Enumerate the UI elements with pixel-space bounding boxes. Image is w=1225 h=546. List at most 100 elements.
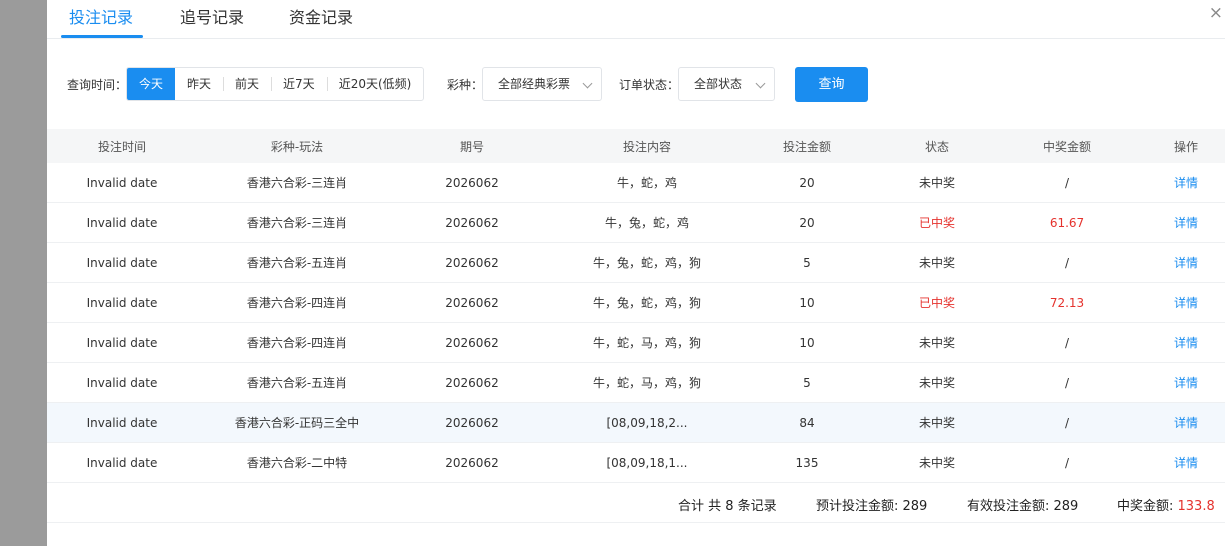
cell-amount: 135 (795, 455, 819, 470)
table-row: Invalid date 香港六合彩-正码三全中 2026062 [08,09,18,… (47, 403, 1225, 443)
cell-content: 牛，兔，蛇，鸡，狗 (592, 256, 701, 270)
cell-issue: 2026062 (445, 335, 499, 350)
header-amount: 投注金额 (782, 139, 831, 154)
cell-amount: 84 (799, 415, 815, 430)
close-icon[interactable]: × (1209, 3, 1223, 23)
cell-amount: 5 (803, 375, 811, 390)
time-option-7days[interactable]: 近7天 (271, 68, 327, 100)
records-dialog: 投注记录 追号记录 资金记录 × 查询时间： 今天 昨天 前天 近7天 近20天… (47, 0, 1225, 546)
table-header: 投注时间 彩种-玩法 期号 投注内容 投注金额 状态 中奖金额 操作 (47, 129, 1225, 163)
cell-content: [08,09,18,2... (606, 415, 688, 430)
cell-status: 已中奖 (918, 296, 955, 310)
query-button[interactable]: 查询 (795, 67, 868, 102)
cell-status: 未中奖 (918, 336, 955, 350)
tab-fund-records[interactable]: 资金记录 (289, 4, 353, 28)
header-bet-time: 投注时间 (97, 139, 146, 154)
header-content: 投注内容 (622, 139, 671, 154)
cell-amount: 5 (803, 255, 811, 270)
cell-content: 牛，蛇，马，鸡，狗 (592, 376, 701, 390)
cell-issue: 2026062 (445, 255, 499, 270)
cell-bet-time: Invalid date (86, 215, 158, 230)
lottery-select-value: 全部经典彩票 (498, 77, 571, 91)
detail-link[interactable]: 详情 (1127, 203, 1225, 242)
cell-status: 未中奖 (918, 176, 955, 190)
summary-bar: 合计 共 8 条记录 预计投注金额: 289 有效投注金额: 289 中奖金额:… (47, 483, 1225, 523)
time-filter-label: 查询时间： (67, 77, 128, 92)
summary-expected-label: 预计投注金额: (816, 499, 903, 514)
cell-issue: 2026062 (445, 295, 499, 310)
tab-bar: 投注记录 追号记录 资金记录 × (47, 0, 1225, 39)
time-range-group: 今天 昨天 前天 近7天 近20天(低频) (126, 67, 425, 101)
cell-issue: 2026062 (445, 215, 499, 230)
detail-link[interactable]: 详情 (1127, 243, 1225, 282)
cell-bet-time: Invalid date (86, 455, 158, 470)
cell-prize: / (1064, 255, 1070, 270)
table-row: Invalid date 香港六合彩-五连肖 2026062 牛，蛇，马，鸡，狗 5 未中… (47, 363, 1225, 403)
summary-valid-value: 289 (1053, 499, 1079, 514)
cell-prize: 72.13 (1049, 295, 1085, 310)
detail-link[interactable]: 详情 (1127, 363, 1225, 402)
backdrop-overlay (0, 0, 47, 546)
cell-status: 未中奖 (918, 376, 955, 390)
cell-issue: 2026062 (445, 375, 499, 390)
cell-prize: / (1064, 455, 1070, 470)
cell-prize: / (1064, 415, 1070, 430)
header-prize: 中奖金额 (1042, 139, 1091, 154)
cell-prize: / (1064, 375, 1070, 390)
table-row: Invalid date 香港六合彩-五连肖 2026062 牛，兔，蛇，鸡，狗 5 未中… (47, 243, 1225, 283)
detail-link[interactable]: 详情 (1127, 283, 1225, 322)
time-option-20days[interactable]: 近20天(低频) (326, 68, 424, 100)
cell-bet-time: Invalid date (86, 255, 158, 270)
cell-content: 牛，兔，蛇，鸡 (604, 216, 689, 230)
cell-status: 已中奖 (918, 216, 955, 230)
tab-bet-records[interactable]: 投注记录 (69, 4, 133, 28)
table-row: Invalid date 香港六合彩-四连肖 2026062 牛，蛇，马，鸡，狗 10 未… (47, 323, 1225, 363)
table-row: Invalid date 香港六合彩-二中特 2026062 [08,09,18,1.… (47, 443, 1225, 483)
cell-bet-time: Invalid date (86, 295, 158, 310)
active-tab-indicator (61, 35, 143, 38)
cell-prize: 61.67 (1049, 215, 1085, 230)
detail-link[interactable]: 详情 (1127, 163, 1225, 202)
lottery-filter-label: 彩种： (447, 77, 484, 92)
cell-amount: 20 (799, 175, 815, 190)
detail-link[interactable]: 详情 (1127, 443, 1225, 482)
cell-issue: 2026062 (445, 415, 499, 430)
summary-valid: 有效投注金额: 289 (967, 495, 1078, 514)
time-option-today[interactable]: 今天 (127, 68, 176, 100)
cell-game: 香港六合彩-四连肖 (246, 336, 348, 350)
detail-link[interactable]: 详情 (1127, 403, 1225, 442)
cell-game: 香港六合彩-三连肖 (246, 176, 348, 190)
cell-status: 未中奖 (918, 456, 955, 470)
chevron-down-icon (582, 78, 593, 89)
time-option-yesterday[interactable]: 昨天 (175, 68, 223, 100)
cell-amount: 20 (799, 215, 815, 230)
detail-link[interactable]: 详情 (1127, 323, 1225, 362)
chevron-down-icon (755, 78, 766, 89)
cell-status: 未中奖 (918, 416, 955, 430)
header-status: 状态 (924, 139, 949, 154)
status-select-value: 全部状态 (694, 77, 743, 91)
cell-issue: 2026062 (445, 455, 499, 470)
summary-valid-label: 有效投注金额: (967, 499, 1054, 514)
cell-bet-time: Invalid date (86, 415, 158, 430)
cell-game: 香港六合彩-正码三全中 (234, 416, 360, 430)
cell-bet-time: Invalid date (86, 335, 158, 350)
cell-issue: 2026062 (445, 175, 499, 190)
lottery-select[interactable]: 全部经典彩票 (482, 67, 602, 101)
cell-game: 香港六合彩-五连肖 (246, 376, 348, 390)
cell-game: 香港六合彩-三连肖 (246, 216, 348, 230)
cell-game: 香港六合彩-四连肖 (246, 296, 348, 310)
cell-amount: 10 (799, 335, 815, 350)
summary-prize-value: 133.8 (1177, 499, 1215, 514)
cell-status: 未中奖 (918, 256, 955, 270)
header-game: 彩种-玩法 (270, 139, 324, 154)
tab-chase-records[interactable]: 追号记录 (180, 4, 244, 28)
header-action: 操作 (1173, 139, 1198, 154)
cell-game: 香港六合彩-二中特 (246, 456, 348, 470)
status-select[interactable]: 全部状态 (678, 67, 775, 101)
cell-bet-time: Invalid date (86, 375, 158, 390)
time-option-day-before[interactable]: 前天 (223, 68, 271, 100)
summary-prize-label: 中奖金额: (1117, 499, 1178, 514)
cell-amount: 10 (799, 295, 815, 310)
cell-content: 牛，兔，蛇，鸡，狗 (592, 296, 701, 310)
